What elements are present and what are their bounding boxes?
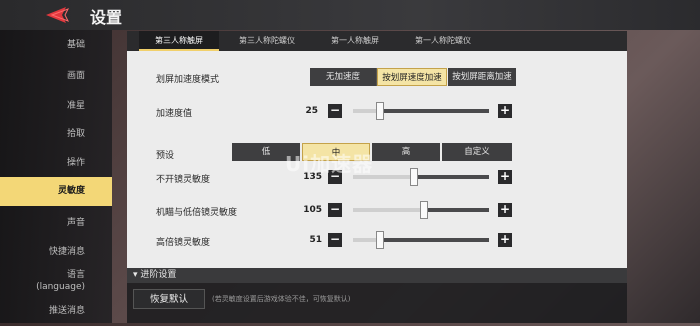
preset-option-high[interactable]: 高 <box>372 143 440 161</box>
accel-slider-handle[interactable] <box>376 102 385 120</box>
sidebar-item-6[interactable]: 声音 <box>0 209 112 238</box>
advanced-settings-label: ▾ 进阶设置 <box>133 270 177 280</box>
watermark: Ui加速器 <box>285 152 374 176</box>
sidebar-item-label: 推送消息 <box>48 306 85 316</box>
page-title: 设置 <box>90 8 123 27</box>
tab-third-person-touch[interactable]: 第三人称触屏 <box>139 31 219 51</box>
sidebar-item-label: 画面 <box>66 71 85 81</box>
sidebar-item-label: 准星 <box>66 101 85 111</box>
back-arrow-icon[interactable] <box>44 6 72 24</box>
tab-first-person-gyro[interactable]: 第一人称陀螺仪 <box>403 31 483 51</box>
sensitivity-label: 高倍镜灵敏度 <box>156 238 211 248</box>
slider-handle[interactable] <box>376 231 385 249</box>
tab-third-person-gyro[interactable]: 第三人称陀螺仪 <box>227 31 307 51</box>
sidebar-item-label: 声音 <box>66 218 85 228</box>
sensitivity-label: 机瞄与低倍镜灵敏度 <box>156 208 238 218</box>
accel-value-label: 加速度值 <box>156 109 193 119</box>
sidebar-item-label: 快捷消息 <box>48 247 85 257</box>
sidebar-item-0[interactable]: 基础 <box>0 31 112 60</box>
sensitivity-value: 51 <box>309 235 322 245</box>
slider-handle[interactable] <box>410 168 419 186</box>
sidebar-item-label: 灵敏度 <box>57 186 85 196</box>
sidebar-item-label: 操作 <box>66 158 85 168</box>
accel-value-number: 25 <box>305 106 318 116</box>
sensitivity-label: 不开镜灵敏度 <box>156 175 211 185</box>
accel-slider[interactable] <box>353 102 489 120</box>
slider-handle[interactable] <box>419 201 428 219</box>
sidebar-item-label: 拾取 <box>66 129 85 139</box>
accel-plus-button[interactable]: + <box>498 104 512 118</box>
preset-option-custom[interactable]: 自定义 <box>442 143 512 161</box>
sidebar-item-1[interactable]: 画面 <box>0 62 112 91</box>
scroll-accel-option-none[interactable]: 无加速度 <box>310 68 377 86</box>
sidebar-item-3[interactable]: 拾取 <box>0 120 112 149</box>
sensitivity-minus-button[interactable]: − <box>328 233 342 247</box>
sensitivity-plus-button[interactable]: + <box>498 233 512 247</box>
restore-hint: (若灵敏度设置后游戏体验不佳，可恢复默认) <box>212 295 351 303</box>
sensitivity-minus-button[interactable]: − <box>328 203 342 217</box>
sidebar-item-9[interactable]: 推送消息 <box>0 297 112 326</box>
sidebar-item-sublabel: (language) <box>36 282 85 292</box>
sensitivity-plus-button[interactable]: + <box>498 203 512 217</box>
sensitivity-slider[interactable] <box>353 201 489 219</box>
sensitivity-slider[interactable] <box>353 168 489 186</box>
scroll-accel-label: 划屏加速度模式 <box>156 75 220 85</box>
preset-label: 预设 <box>156 151 175 161</box>
restore-default-button[interactable]: 恢复默认 <box>133 289 205 309</box>
sidebar-item-label: 语言 <box>66 270 85 280</box>
advanced-settings-header[interactable]: ▾ 进阶设置 <box>127 268 627 283</box>
sensitivity-plus-button[interactable]: + <box>498 170 512 184</box>
sidebar-item-8[interactable]: 语言 (language) <box>0 266 112 295</box>
sensitivity-slider[interactable] <box>353 231 489 249</box>
scroll-accel-option-speed[interactable]: 按划屏速度加速 <box>377 68 447 86</box>
sidebar-item-2[interactable]: 准星 <box>0 92 112 121</box>
sidebar-item-4[interactable]: 操作 <box>0 149 112 178</box>
tab-first-person-touch[interactable]: 第一人称触屏 <box>315 31 395 51</box>
accel-minus-button[interactable]: − <box>328 104 342 118</box>
tab-bar: 第三人称触屏 第三人称陀螺仪 第一人称触屏 第一人称陀螺仪 <box>127 31 627 51</box>
sidebar-item-5[interactable]: 灵敏度 <box>0 177 112 206</box>
sidebar-item-7[interactable]: 快捷消息 <box>0 238 112 267</box>
sidebar-item-label: 基础 <box>66 40 85 50</box>
scroll-accel-option-distance[interactable]: 按划屏距离加速 <box>448 68 516 86</box>
slider-fill <box>353 208 424 212</box>
sensitivity-value: 105 <box>303 205 322 215</box>
